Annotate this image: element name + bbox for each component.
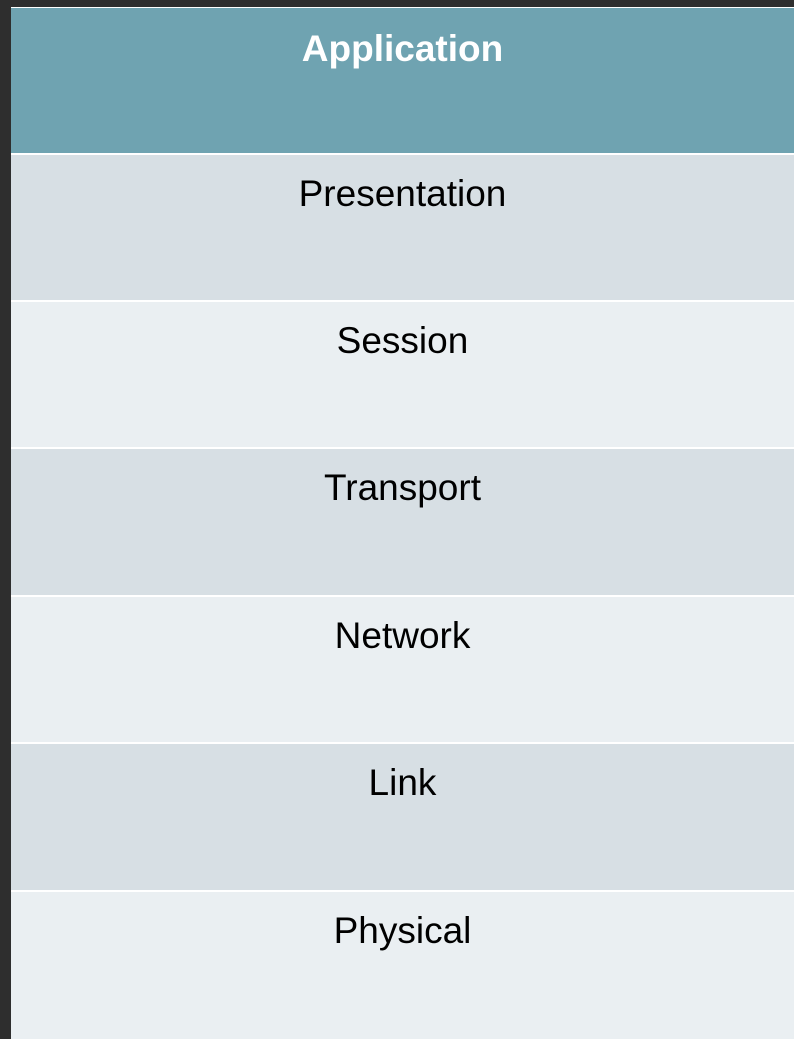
layer-row-session: Session [11, 302, 794, 449]
layer-row-network: Network [11, 597, 794, 744]
layer-label-transport: Transport [324, 467, 481, 508]
layer-row-presentation: Presentation [11, 155, 794, 302]
layer-row-link: Link [11, 744, 794, 892]
osi-layer-table: Application Presentation Session Transpo… [11, 7, 794, 1039]
layer-row-transport: Transport [11, 449, 794, 597]
layer-label-network: Network [334, 615, 471, 656]
layer-label-presentation: Presentation [298, 173, 507, 214]
layer-label-physical: Physical [333, 910, 472, 951]
layer-label-link: Link [368, 762, 437, 803]
layer-row-physical: Physical [11, 892, 794, 1039]
layer-row-application: Application [11, 8, 794, 155]
layer-label-application: Application [301, 28, 504, 69]
slide-background: Application Presentation Session Transpo… [0, 0, 794, 1039]
layer-label-session: Session [336, 320, 469, 361]
